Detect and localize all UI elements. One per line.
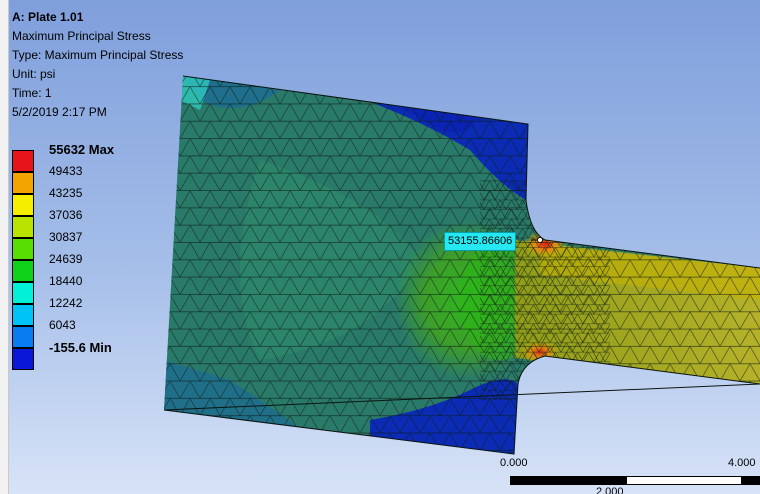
legend-value-label: 6043 <box>49 318 76 332</box>
legend-value-label: 37036 <box>49 208 83 222</box>
scale-segment-end <box>742 476 760 485</box>
legend-color-swatch <box>12 172 34 194</box>
legend-value-label: 49433 <box>49 164 83 178</box>
graphics-viewport[interactable]: A: Plate 1.01 Maximum Principal Stress T… <box>0 0 760 494</box>
scale-end-label: 4.000 <box>728 457 756 469</box>
result-name: Maximum Principal Stress <box>12 29 151 43</box>
legend-color-swatch <box>12 150 34 172</box>
scale-mid-label: 2.000 <box>596 486 624 494</box>
legend-value-label: 12242 <box>49 296 83 310</box>
result-date: 5/2/2019 2:17 PM <box>12 105 107 119</box>
scale-start-label: 0.000 <box>500 457 528 469</box>
legend-value-label: -155.6 Min <box>49 340 112 355</box>
scale-segment-dark <box>510 476 626 485</box>
legend-entry: 49433 <box>12 164 172 194</box>
analysis-title: A: Plate 1.01 <box>12 10 84 24</box>
legend-value-label: 43235 <box>49 186 83 200</box>
legend-value-label: 18440 <box>49 274 83 288</box>
result-info-block: A: Plate 1.01 Maximum Principal Stress T… <box>12 8 183 122</box>
legend-entry: 30837 <box>12 230 172 260</box>
legend-value-label: 30837 <box>49 230 83 244</box>
legend-value-label: 55632 Max <box>49 142 115 157</box>
scale-ruler: 0.000 4.000 2.000 <box>500 457 760 494</box>
scale-segment-light <box>626 476 742 485</box>
legend-color-swatch <box>12 282 34 304</box>
legend-entry: 55632 Max <box>12 142 172 172</box>
legend-entry: 43235 <box>12 186 172 216</box>
legend-color-swatch <box>12 216 34 238</box>
legend-entry: 24639 <box>12 252 172 282</box>
legend-entry: -155.6 Min <box>12 340 172 370</box>
legend-entry: 12242 <box>12 296 172 326</box>
legend-color-swatch <box>12 260 34 282</box>
result-type: Type: Maximum Principal Stress <box>12 48 184 62</box>
probe-label[interactable]: 53155.86606 <box>444 232 517 251</box>
legend-entry: 37036 <box>12 208 172 238</box>
legend-color-swatch <box>12 326 34 348</box>
legend-color-swatch <box>12 194 34 216</box>
legend-entry: 18440 <box>12 274 172 304</box>
result-time: Time: 1 <box>12 86 52 100</box>
result-unit: Unit: psi <box>12 67 56 81</box>
legend-color-swatch <box>12 304 34 326</box>
legend-value-label: 24639 <box>49 252 83 266</box>
legend-color-swatch <box>12 238 34 260</box>
legend-color-swatch <box>12 348 34 370</box>
